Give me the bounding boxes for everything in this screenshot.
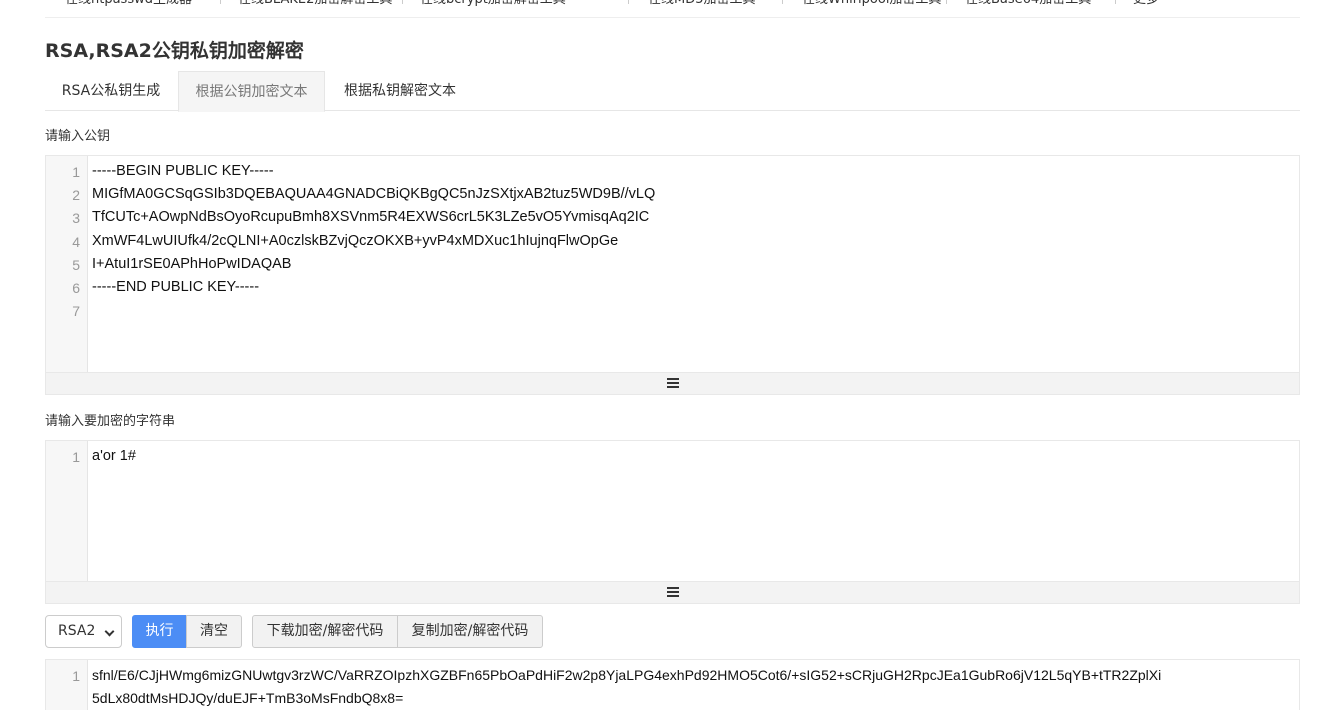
nav-separator — [628, 0, 629, 4]
tab-bar: RSA公私钥生成 根据公钥加密文本 根据私钥解密文本 — [45, 71, 1300, 112]
code-line: MIGfMA0GCSqGSIb3DQEBAQUAA4GNADCBiQKBgQC5… — [92, 186, 656, 202]
nav-link-bcrypt[interactable]: 在线bcrypt加密解密工具 — [420, 0, 566, 8]
clear-button[interactable]: 清空 — [186, 615, 242, 648]
nav-link-md5[interactable]: 在线MD5加密工具 — [648, 0, 756, 8]
algorithm-select[interactable]: RSA2 — [45, 615, 122, 648]
code-line: 5dLx80dtMsHDJQy/duEJF+TmB3oMsFndbQ8x8= — [92, 690, 404, 706]
page-title: RSA,RSA2公钥私钥加密解密 — [45, 40, 304, 62]
nav-link-base64[interactable]: 在线Base64加密工具 — [965, 0, 1091, 8]
public-key-label: 请输入公钥 — [45, 129, 111, 144]
public-key-resize-handle[interactable] — [45, 373, 1300, 395]
line-number: 1 — [72, 668, 80, 684]
code-line: XmWF4LwUIUfk4/2cQLNI+A0czlskBZvjQczOKXB+… — [92, 233, 619, 249]
nav-separator — [220, 0, 221, 4]
code-line: TfCUTc+AOwpNdBsOyoRcupuBmh8XSVnm5R4EXWS6… — [92, 209, 650, 225]
menu-icon — [666, 378, 679, 388]
nav-separator — [782, 0, 783, 4]
nav-link-more[interactable]: 更多 — [1133, 0, 1159, 8]
nav-separator — [946, 0, 947, 4]
download-code-button[interactable]: 下载加密/解密代码 — [252, 615, 398, 648]
nav-link-blake2[interactable]: 在线BLAKE2加密解密工具 — [238, 0, 392, 8]
public-key-editor[interactable]: 1 -----BEGIN PUBLIC KEY----- 2 MIGfMA0GC… — [45, 155, 1300, 373]
line-number: 5 — [72, 257, 80, 273]
line-number: 6 — [72, 280, 80, 296]
line-number: 4 — [72, 234, 80, 250]
nav-separator — [1115, 0, 1116, 4]
top-nav: 在线htpasswd生成器 在线BLAKE2加密解密工具 在线bcrypt加密解… — [45, 0, 1300, 18]
code-line: sfnl/E6/CJjHWmg6mizGNUwtgv3rzWC/VaRRZOIp… — [92, 667, 1162, 683]
execute-button[interactable]: 执行 — [132, 615, 187, 648]
nav-link-htpasswd[interactable]: 在线htpasswd生成器 — [65, 0, 192, 8]
code-line: -----BEGIN PUBLIC KEY----- — [92, 163, 274, 179]
copy-code-button[interactable]: 复制加密/解密代码 — [397, 615, 543, 648]
tab-rsa-keygen[interactable]: RSA公私钥生成 — [45, 71, 177, 111]
algorithm-select-value: RSA2 — [58, 623, 96, 639]
plaintext-resize-handle[interactable] — [45, 582, 1300, 604]
plaintext-label: 请输入要加密的字符串 — [45, 414, 176, 429]
code-line: -----END PUBLIC KEY----- — [92, 279, 260, 295]
code-line: I+AtuI1rSE0APhHoPwIDAQAB — [92, 256, 292, 272]
line-number: 3 — [72, 210, 80, 226]
line-number: 1 — [72, 164, 80, 180]
plaintext-editor[interactable]: 1 a'or 1# — [45, 440, 1300, 582]
tab-decrypt-with-private-key[interactable]: 根据私钥解密文本 — [327, 71, 473, 111]
tab-encrypt-with-public-key[interactable]: 根据公钥加密文本 — [178, 71, 325, 112]
line-number: 7 — [72, 303, 80, 319]
menu-icon — [666, 587, 679, 597]
line-number: 2 — [72, 187, 80, 203]
chevron-down-icon — [104, 626, 115, 637]
nav-separator — [402, 0, 403, 4]
output-editor[interactable]: 1 sfnl/E6/CJjHWmg6mizGNUwtgv3rzWC/VaRRZO… — [45, 659, 1300, 710]
line-number: 1 — [72, 449, 80, 465]
code-line: a'or 1# — [92, 448, 136, 464]
nav-link-whirlpool[interactable]: 在线Whirlpool加密工具 — [802, 0, 941, 8]
